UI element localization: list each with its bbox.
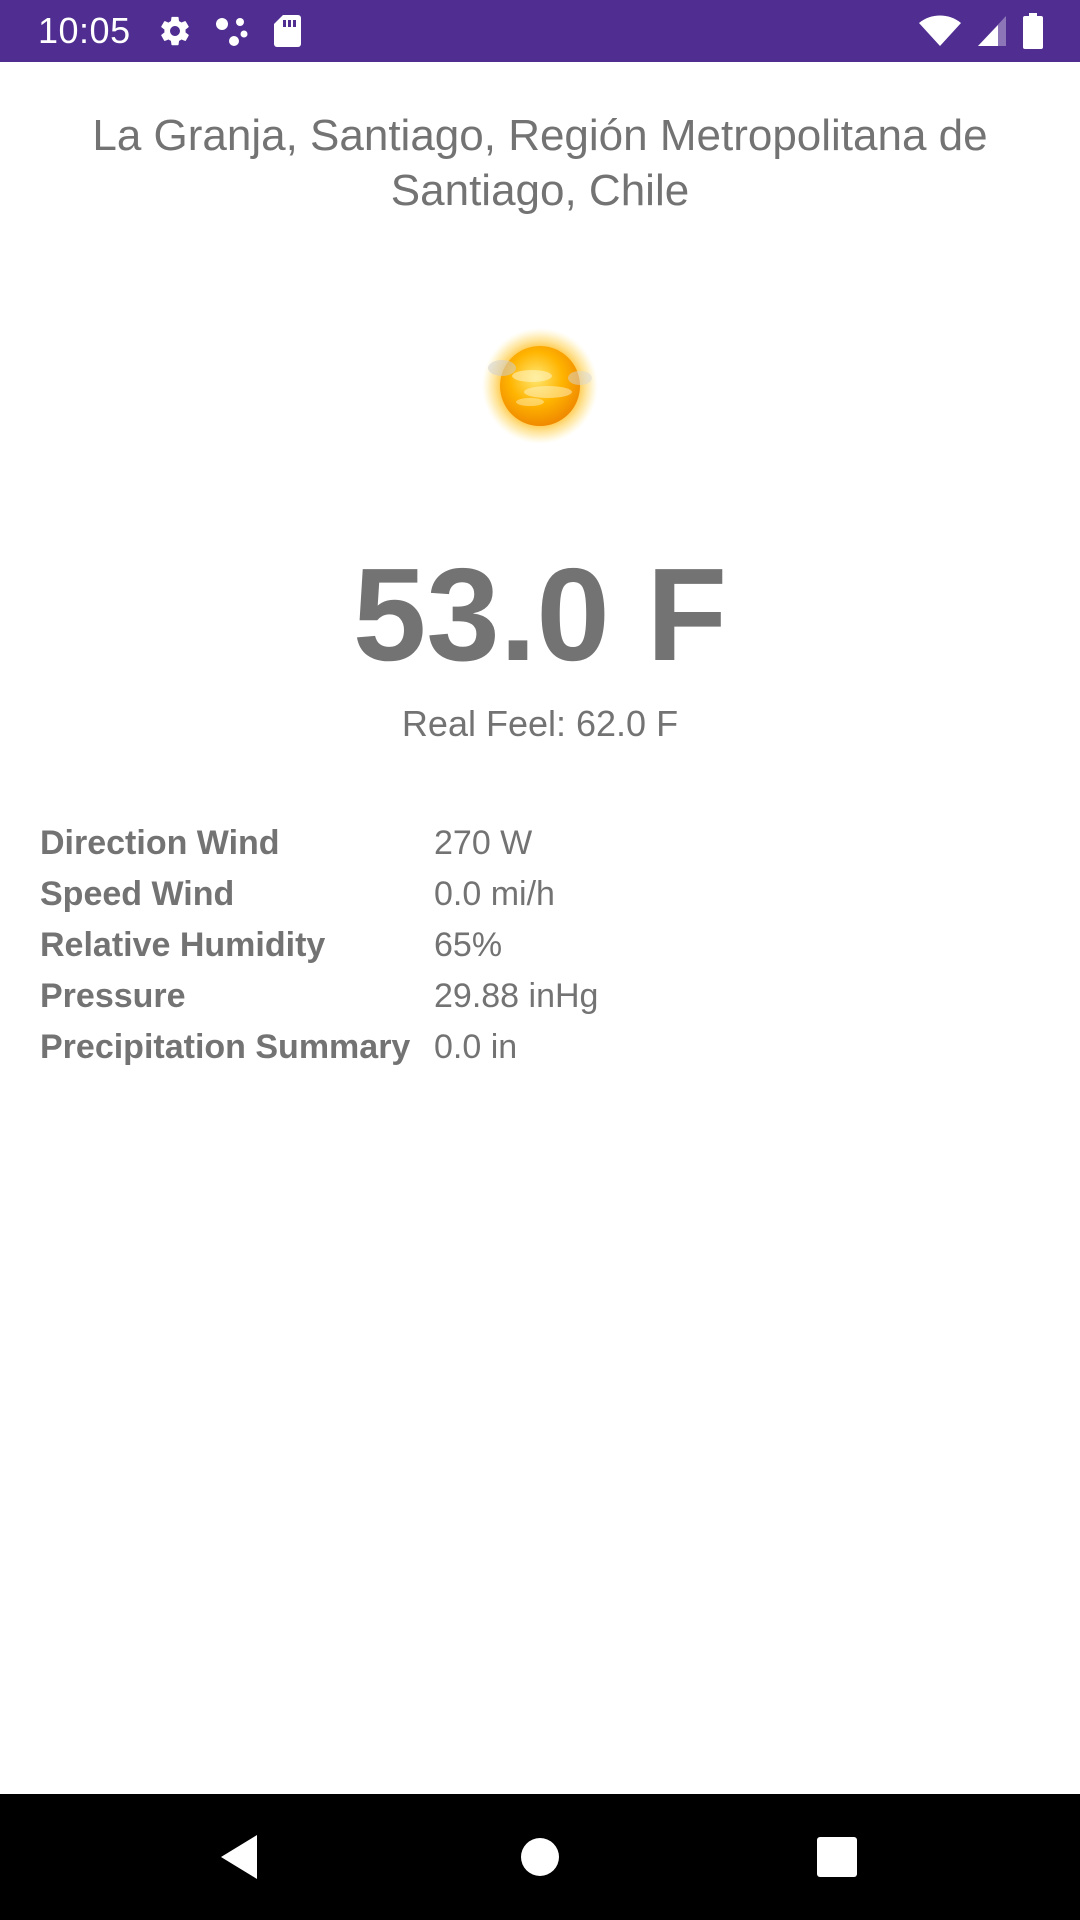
detail-row-direction-wind: Direction Wind 270 W: [40, 818, 1040, 869]
detail-row-speed-wind: Speed Wind 0.0 mi/h: [40, 869, 1040, 920]
detail-label: Speed Wind: [40, 875, 235, 913]
sun-haze-icon: [470, 326, 610, 446]
detail-value: 270 W: [434, 824, 533, 862]
detail-label: Relative Humidity: [40, 926, 326, 964]
status-icons-left: [158, 13, 302, 49]
detail-row-pressure: Pressure 29.88 inHg: [40, 971, 1040, 1022]
detail-label: Precipitation Summary: [40, 1028, 411, 1066]
detail-value: 0.0 in: [434, 1028, 518, 1066]
detail-value: 29.88 inHg: [434, 977, 599, 1015]
weather-details-table: Direction Wind 270 W Speed Wind 0.0 mi/h…: [40, 818, 1040, 1073]
detail-row-precipitation-summary: Precipitation Summary 0.0 in: [40, 1022, 1040, 1073]
recents-icon: [817, 1837, 857, 1877]
status-bar: 10:05: [0, 0, 1080, 62]
recents-button[interactable]: [802, 1822, 872, 1892]
navigation-bar: [0, 1794, 1080, 1920]
back-button[interactable]: [204, 1822, 274, 1892]
home-button[interactable]: [505, 1822, 575, 1892]
detail-label: Direction Wind: [40, 824, 280, 862]
status-time: 10:05: [38, 10, 131, 51]
detail-value: 65%: [434, 926, 503, 964]
detail-value: 0.0 mi/h: [434, 875, 555, 913]
detail-row-relative-humidity: Relative Humidity 65%: [40, 920, 1040, 971]
status-icons-right: [918, 13, 1044, 49]
battery-icon: [1022, 13, 1044, 49]
detail-label: Pressure: [40, 977, 186, 1015]
settings-icon: [158, 14, 192, 48]
sd-card-icon: [272, 14, 302, 48]
home-icon: [521, 1838, 559, 1876]
real-feel-temperature: Real Feel: 62.0 F: [401, 703, 679, 744]
back-icon: [221, 1835, 257, 1879]
current-temperature: 53.0 F: [352, 541, 728, 688]
dots-icon: [214, 14, 250, 48]
cell-signal-icon: [976, 14, 1008, 48]
location-title: La Granja, Santiago, Región Metropolitan…: [92, 111, 988, 215]
wifi-icon: [918, 14, 962, 48]
